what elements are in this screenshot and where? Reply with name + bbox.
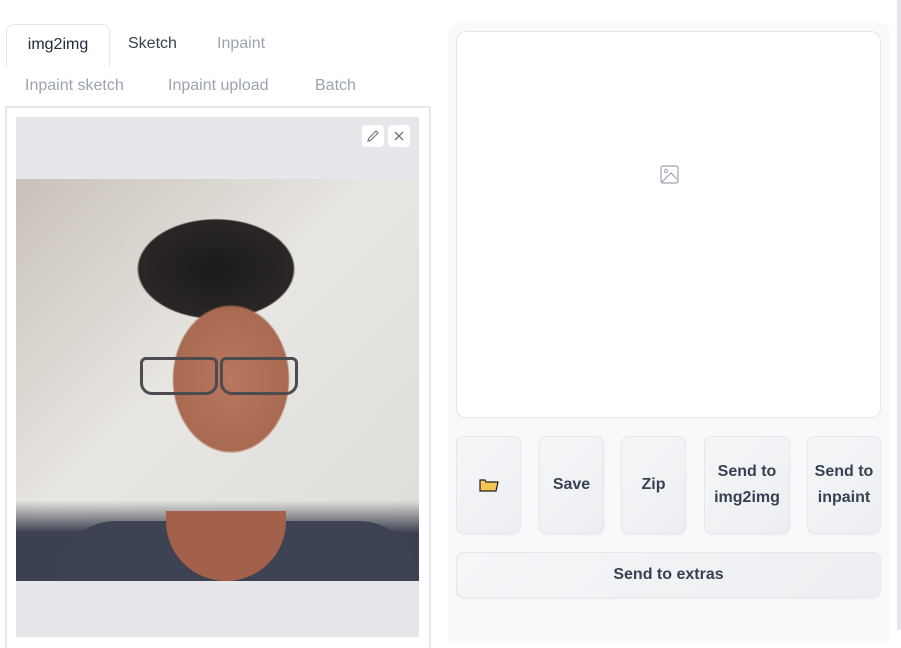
glasses-lens-left xyxy=(140,357,218,395)
image-editor[interactable] xyxy=(16,117,419,637)
editor-toolbar xyxy=(362,125,410,147)
open-folder-button[interactable] xyxy=(456,436,521,534)
scrollbar[interactable] xyxy=(897,0,901,630)
tab-img2img[interactable]: img2img xyxy=(6,24,110,67)
input-panel xyxy=(5,106,431,648)
output-panel: Save Zip Send to img2img Send to inpaint… xyxy=(448,23,890,643)
tab-inpaint-sketch[interactable]: Inpaint sketch xyxy=(25,66,124,106)
tab-inpaint[interactable]: Inpaint xyxy=(217,24,265,64)
save-button[interactable]: Save xyxy=(539,436,604,534)
glasses-lens-right xyxy=(220,357,298,395)
close-icon xyxy=(394,131,404,141)
tab-inpaint-upload[interactable]: Inpaint upload xyxy=(168,66,269,106)
tab-sketch[interactable]: Sketch xyxy=(128,24,177,64)
image-icon xyxy=(660,165,679,184)
folder-icon xyxy=(478,479,499,492)
send-to-img2img-button[interactable]: Send to img2img xyxy=(704,436,790,534)
edit-button[interactable] xyxy=(362,125,384,147)
output-gallery[interactable] xyxy=(456,31,881,418)
send-to-inpaint-button[interactable]: Send to inpaint xyxy=(807,436,881,534)
tab-batch[interactable]: Batch xyxy=(315,66,356,106)
input-image[interactable] xyxy=(16,179,419,581)
clear-image-button[interactable] xyxy=(388,125,410,147)
photo-glasses xyxy=(126,357,306,395)
send-to-extras-button[interactable]: Send to extras xyxy=(456,552,881,598)
pencil-icon xyxy=(367,130,379,142)
zip-button[interactable]: Zip xyxy=(621,436,686,534)
